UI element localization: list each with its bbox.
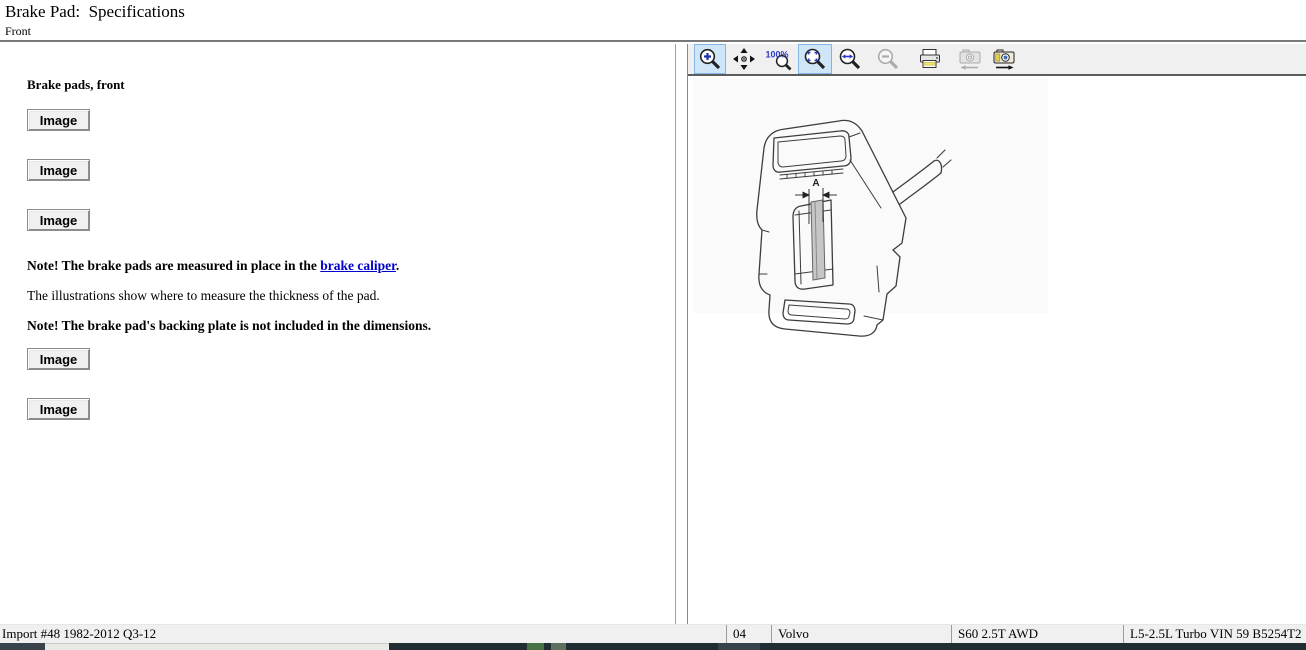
next-image-icon bbox=[991, 46, 1017, 72]
page-header: Brake Pad: Specifications Front bbox=[0, 0, 1306, 42]
previous-image-icon bbox=[957, 46, 983, 72]
fit-window-button[interactable] bbox=[798, 44, 832, 74]
note-text-suffix: . bbox=[396, 258, 399, 273]
image-button-1[interactable]: Image bbox=[27, 109, 90, 131]
zoom-100-button[interactable]: 100% bbox=[762, 44, 796, 74]
dimension-a-label: A bbox=[812, 178, 819, 189]
fit-window-icon bbox=[802, 46, 828, 72]
note-measured-in-caliper: Note! The brake pads are measured in pla… bbox=[27, 258, 399, 274]
print-icon bbox=[917, 46, 943, 72]
page-title: Brake Pad: Specifications bbox=[5, 2, 185, 22]
image-canvas[interactable]: A bbox=[693, 78, 1048, 313]
image-toolbar: 100% bbox=[688, 44, 1306, 76]
panel-splitter[interactable] bbox=[676, 44, 688, 624]
note-backing-plate: Note! The brake pad's backing plate is n… bbox=[27, 318, 431, 334]
pan-icon bbox=[731, 46, 757, 72]
zoom-out-icon bbox=[875, 46, 901, 72]
status-year: 04 bbox=[726, 625, 771, 643]
image-viewer-panel: 100% bbox=[688, 44, 1306, 624]
brake-caliper-link[interactable]: brake caliper bbox=[320, 258, 396, 273]
status-engine: L5-2.5L Turbo VIN 59 B5254T2 bbox=[1123, 625, 1306, 643]
image-button-2[interactable]: Image bbox=[27, 159, 90, 181]
status-make: Volvo bbox=[771, 625, 951, 643]
specifications-panel: Brake pads, front Image Image Image Note… bbox=[0, 44, 676, 624]
fit-width-icon bbox=[837, 46, 863, 72]
status-bar: Import #48 1982-2012 Q3-12 04 Volvo S60 … bbox=[0, 624, 1306, 643]
zoom-out-button[interactable] bbox=[872, 44, 904, 74]
zoom-in-button[interactable] bbox=[694, 44, 726, 74]
previous-image-button[interactable] bbox=[954, 44, 986, 74]
note-text-prefix: Note! The brake pads are measured in pla… bbox=[27, 258, 320, 273]
taskbar-edge bbox=[0, 643, 1306, 650]
image-button-4[interactable]: Image bbox=[27, 348, 90, 370]
illustrations-paragraph: The illustrations show where to measure … bbox=[27, 288, 380, 304]
application-window: Brake Pad: Specifications Front Brake pa… bbox=[0, 0, 1306, 650]
brake-caliper-illustration: A bbox=[743, 116, 958, 348]
fit-width-button[interactable] bbox=[834, 44, 866, 74]
pan-button[interactable] bbox=[728, 44, 760, 74]
status-dataset: Import #48 1982-2012 Q3-12 bbox=[0, 625, 726, 643]
svg-text:100%: 100% bbox=[766, 50, 789, 60]
image-button-3[interactable]: Image bbox=[27, 209, 90, 231]
status-model: S60 2.5T AWD bbox=[951, 625, 1123, 643]
zoom-100-icon: 100% bbox=[765, 46, 793, 72]
zoom-in-icon bbox=[697, 46, 723, 72]
image-button-5[interactable]: Image bbox=[27, 398, 90, 420]
print-button[interactable] bbox=[914, 44, 946, 74]
next-image-button[interactable] bbox=[988, 44, 1020, 74]
section-title: Brake pads, front bbox=[27, 77, 125, 93]
main-area: Brake pads, front Image Image Image Note… bbox=[0, 44, 1306, 624]
page-subtitle: Front bbox=[5, 24, 31, 39]
